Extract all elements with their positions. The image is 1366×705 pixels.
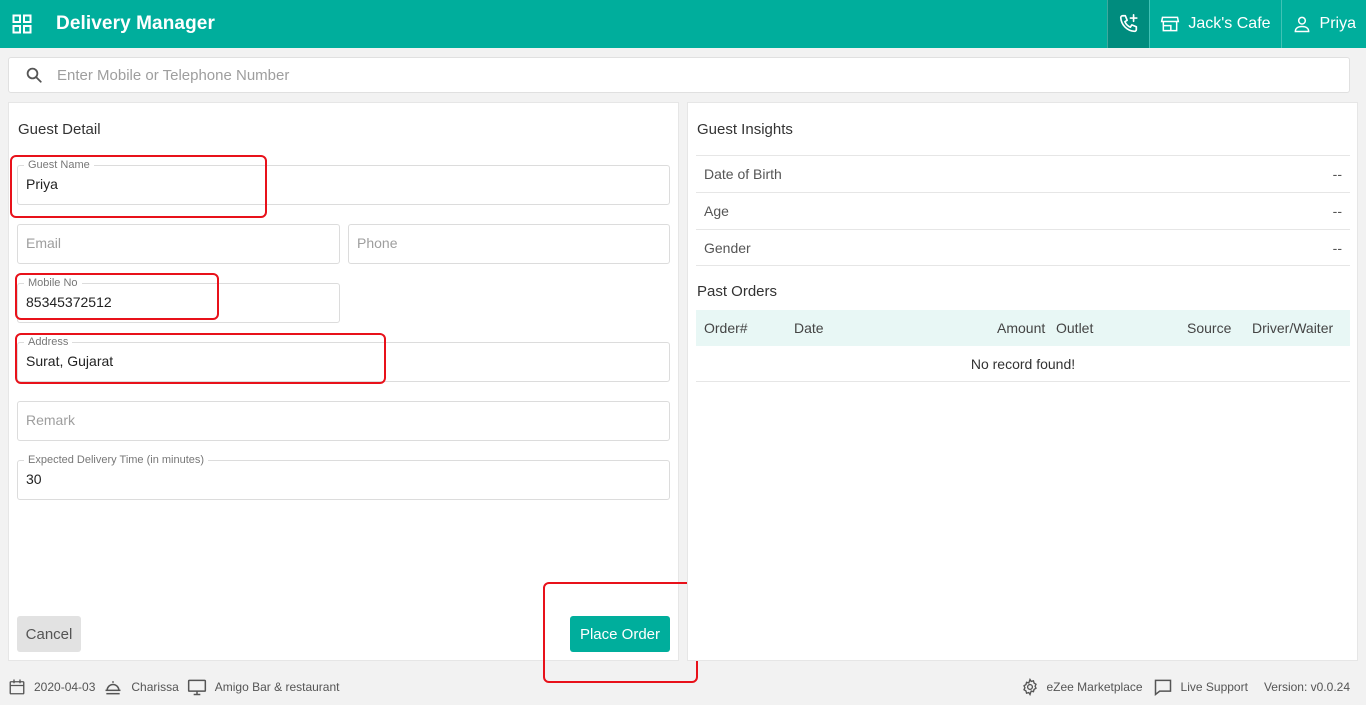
calendar-icon	[9, 679, 25, 694]
gear-icon	[1022, 677, 1037, 696]
mobile-field[interactable]: Mobile No	[17, 277, 340, 323]
version-text: Version: v0.0.24	[1263, 679, 1350, 694]
insight-value: --	[1332, 203, 1342, 219]
delivery-time-input[interactable]	[26, 471, 661, 487]
guest-name-input[interactable]	[26, 176, 661, 192]
guest-insights-title: Guest Insights	[697, 121, 793, 138]
apps-grid-icon[interactable]	[0, 0, 44, 48]
footer-outlet: Amigo Bar & restaurant	[187, 677, 340, 697]
footer-outlet-text: Amigo Bar & restaurant	[214, 679, 340, 694]
search-icon	[26, 67, 42, 83]
email-input[interactable]	[26, 235, 331, 251]
address-input[interactable]	[26, 353, 661, 369]
past-orders-empty: No record found!	[696, 346, 1350, 382]
outlet-name: Jack's Cafe	[1188, 15, 1271, 32]
outlet-selector[interactable]: Jack's Cafe	[1149, 0, 1280, 48]
email-field[interactable]	[17, 224, 340, 264]
column-header-driver[interactable]: Driver/Waiter	[1252, 320, 1333, 336]
remark-field[interactable]	[17, 401, 670, 441]
guest-name-label: Guest Name	[24, 159, 94, 171]
delivery-time-label: Expected Delivery Time (in minutes)	[24, 454, 209, 466]
insight-label: Age	[704, 203, 729, 219]
phone-add-icon	[1119, 14, 1138, 33]
insight-row-age: Age --	[696, 192, 1350, 229]
new-call-button[interactable]	[1107, 0, 1150, 48]
phone-field[interactable]	[348, 224, 670, 264]
past-orders-title: Past Orders	[697, 283, 778, 300]
past-orders-header: Order# Date Amount Outlet Source Driver/…	[696, 310, 1350, 346]
footer-date: 2020-04-03	[8, 678, 95, 696]
mobile-input[interactable]	[26, 294, 331, 310]
column-header-order[interactable]: Order#	[704, 320, 748, 336]
monitor-icon	[187, 679, 206, 695]
column-header-source[interactable]: Source	[1187, 320, 1231, 336]
column-header-amount[interactable]: Amount	[997, 320, 1045, 336]
cancel-button[interactable]: Cancel	[17, 616, 81, 652]
live-support-text: Live Support	[1180, 679, 1248, 694]
address-label: Address	[24, 336, 73, 348]
insight-value: --	[1332, 166, 1342, 182]
live-support-link[interactable]: Live Support	[1153, 677, 1248, 697]
phone-input[interactable]	[357, 235, 661, 251]
footer-waiter: Charissa	[103, 677, 179, 697]
insight-row-gender: Gender --	[696, 229, 1350, 266]
chat-icon	[1154, 679, 1171, 696]
guest-detail-panel: Guest Detail Guest Name Mobile No Addres…	[8, 102, 679, 661]
user-icon	[1294, 16, 1309, 33]
guest-detail-title: Guest Detail	[18, 121, 101, 138]
mobile-label: Mobile No	[24, 277, 82, 289]
top-bar: Delivery Manager Jack's Cafe Priya	[0, 0, 1366, 48]
store-icon	[1161, 16, 1180, 32]
remark-input[interactable]	[26, 412, 661, 428]
place-order-button[interactable]: Place Order	[570, 616, 670, 652]
search-input[interactable]	[57, 66, 1257, 84]
footer-date-text: 2020-04-03	[34, 679, 96, 694]
delivery-time-field[interactable]: Expected Delivery Time (in minutes)	[17, 454, 670, 500]
address-field[interactable]: Address	[17, 336, 670, 382]
marketplace-link[interactable]: eZee Marketplace	[1021, 677, 1143, 696]
footer-waiter-text: Charissa	[131, 679, 179, 694]
user-name: Priya	[1319, 15, 1356, 32]
insight-value: --	[1332, 239, 1342, 256]
guest-name-field[interactable]: Guest Name	[17, 159, 670, 205]
user-menu[interactable]: Priya	[1280, 0, 1366, 48]
marketplace-text: eZee Marketplace	[1046, 679, 1143, 694]
insight-row-dob: Date of Birth --	[696, 155, 1350, 192]
guest-insights-panel: Guest Insights Date of Birth -- Age -- G…	[687, 102, 1358, 661]
app-title: Delivery Manager	[56, 13, 215, 34]
column-header-date[interactable]: Date	[794, 320, 824, 336]
insight-label: Date of Birth	[704, 166, 782, 182]
waiter-icon	[105, 680, 121, 694]
search-bar	[8, 57, 1350, 93]
column-header-outlet[interactable]: Outlet	[1056, 320, 1093, 336]
status-bar: 2020-04-03 Charissa Amigo Bar & restaura…	[0, 668, 1366, 705]
insight-label: Gender	[704, 239, 751, 256]
